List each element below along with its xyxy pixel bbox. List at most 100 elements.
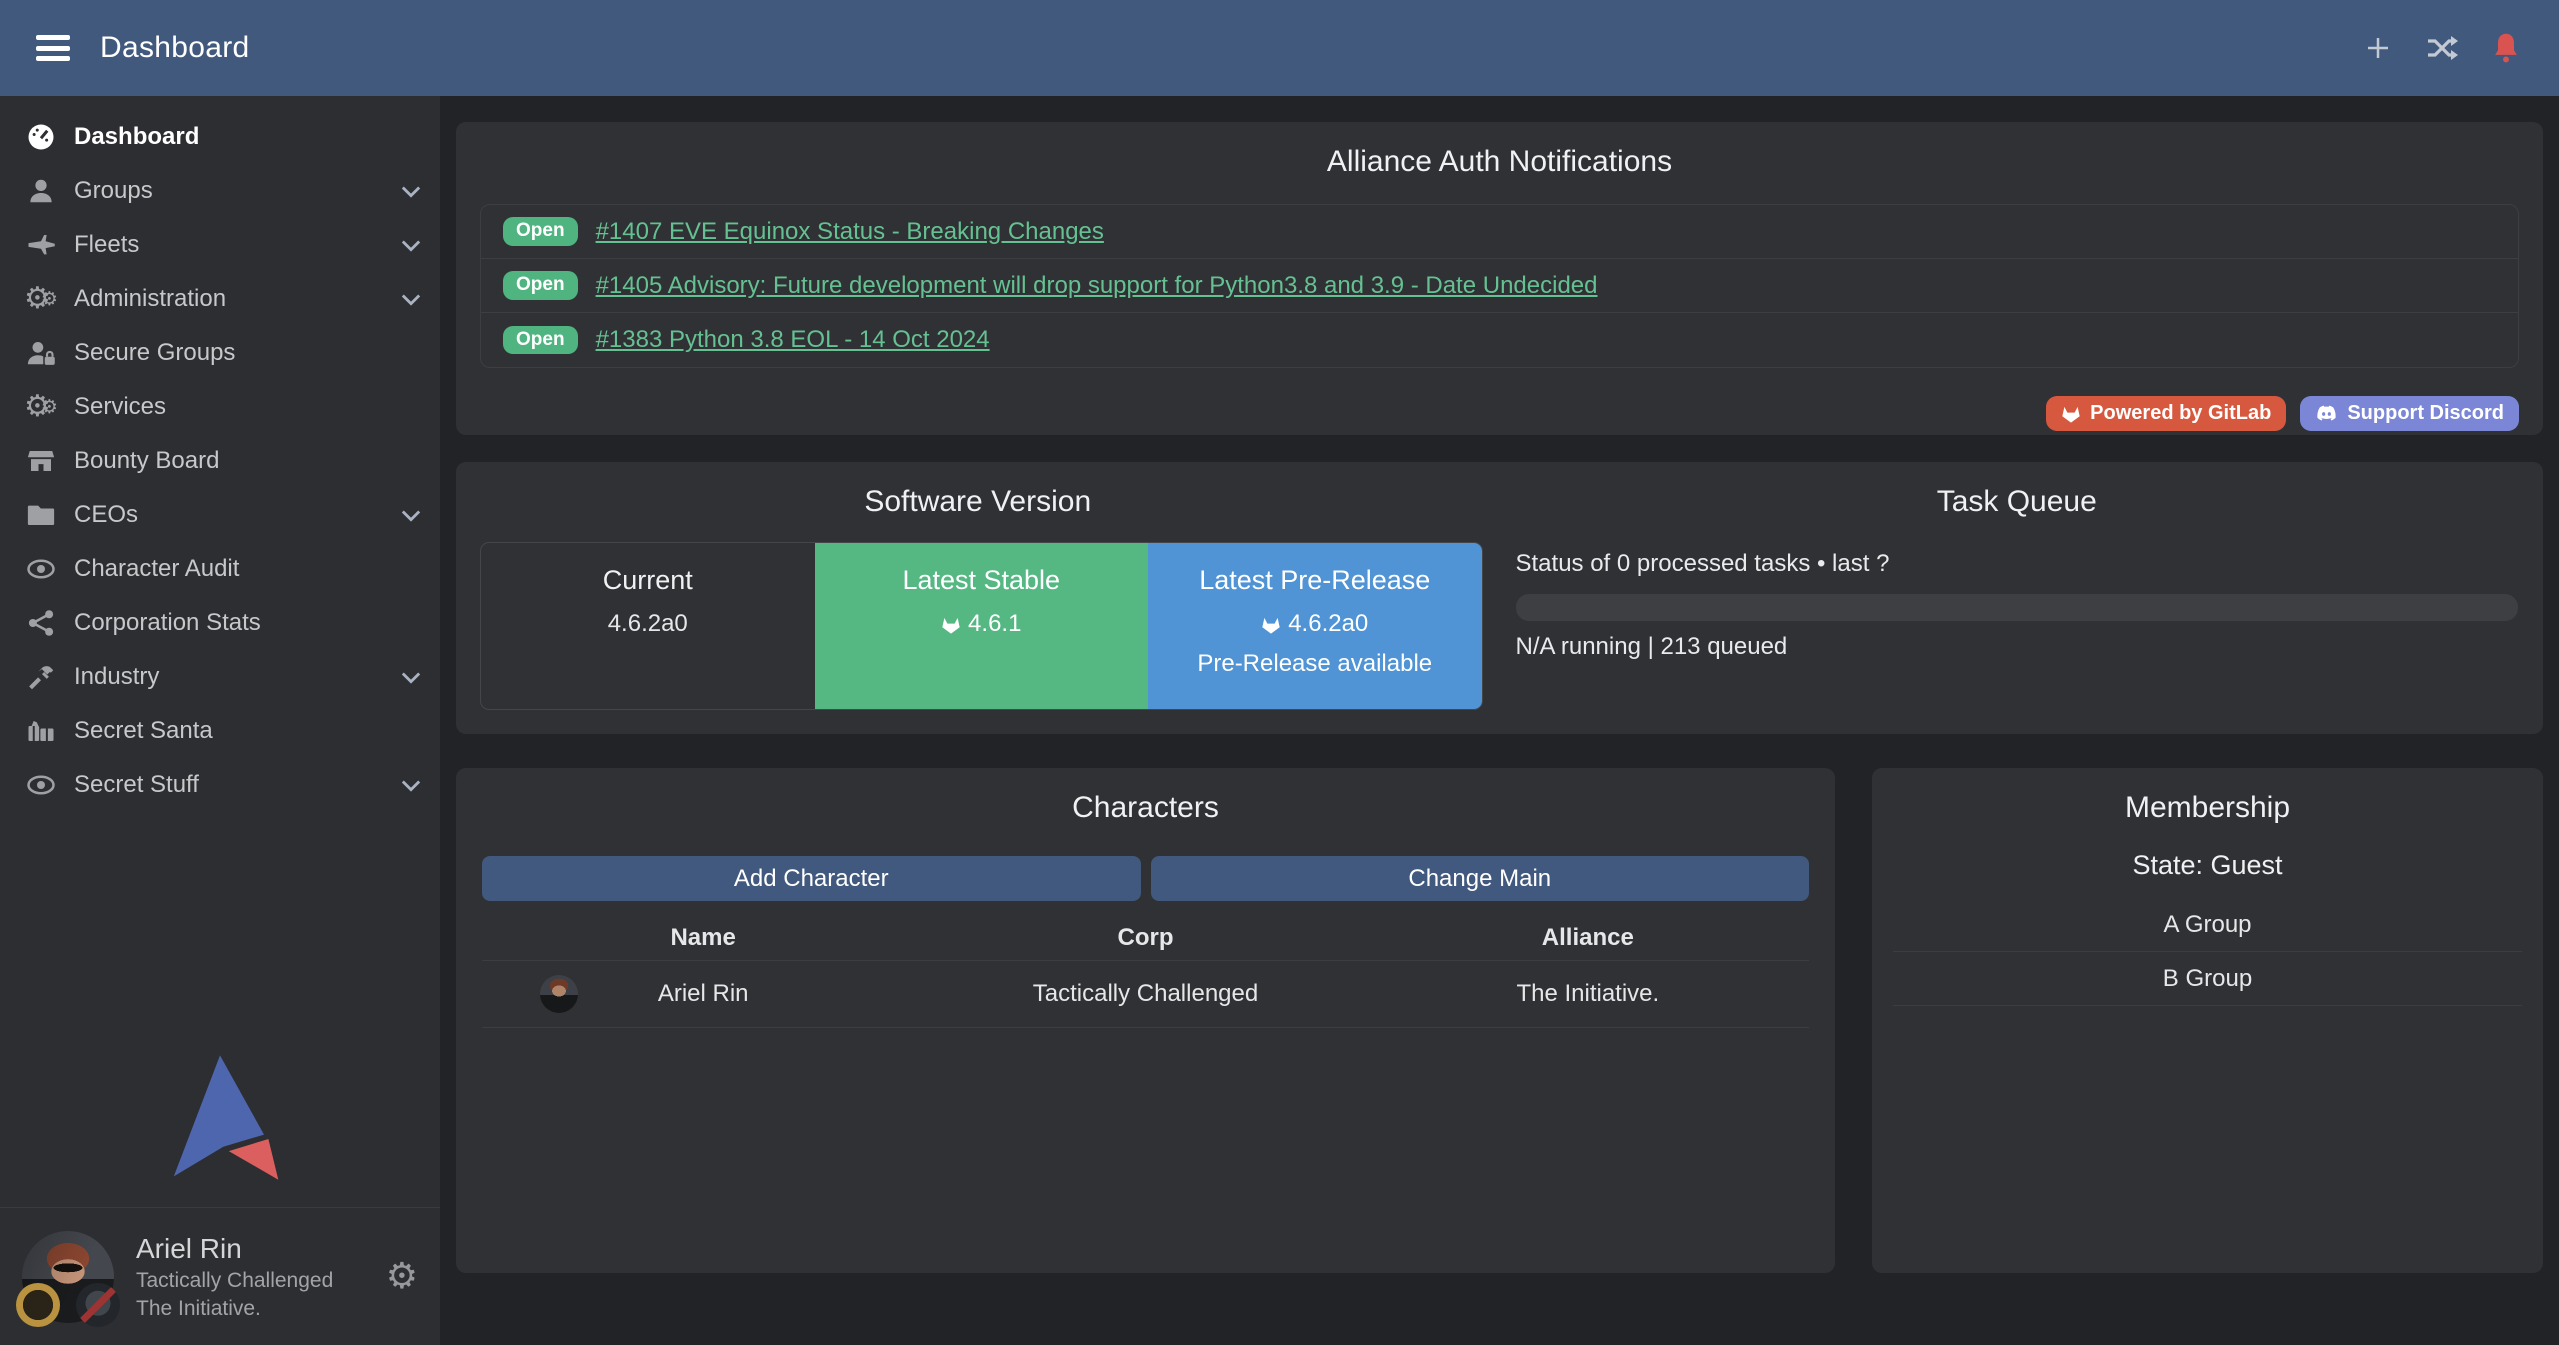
alliance-auth-logo (0, 1051, 440, 1207)
sidebar-item-industry[interactable]: Industry (0, 650, 440, 704)
notifications-list: Open #1407 EVE Equinox Status - Breaking… (480, 204, 2519, 368)
sidebar-item-label: Dashboard (74, 123, 199, 151)
jet-icon (24, 228, 58, 262)
hammer-icon (24, 660, 58, 694)
task-queue-progressbar (1516, 594, 2519, 621)
sidebar-item-label: Secret Stuff (74, 771, 199, 799)
user-lock-icon (24, 336, 58, 370)
sidebar-item-ceos[interactable]: CEOs (0, 488, 440, 542)
notification-link[interactable]: #1405 Advisory: Future development will … (596, 272, 1598, 300)
gitlab-icon (1261, 615, 1281, 634)
cell-name: Ariel Rin (482, 980, 924, 1008)
sidebar-item-label: Fleets (74, 231, 139, 259)
add-character-icon[interactable] (2361, 31, 2395, 65)
status-panel: Software Version Current 4.6.2a0 Latest … (456, 462, 2543, 734)
sidebar-item-label: Secure Groups (74, 339, 235, 367)
cell-corp: Tactically Challenged (924, 980, 1366, 1008)
version-number: 4.6.2a0 (608, 610, 688, 638)
user-panel[interactable]: Ariel Rin Tactically Challenged The Init… (0, 1207, 440, 1345)
sidebar-item-fleets[interactable]: Fleets (0, 218, 440, 272)
sidebar: Dashboard Groups Fleets (0, 96, 440, 1345)
change-main-shuffle-icon[interactable] (2425, 31, 2459, 65)
sidebar-item-services[interactable]: ⚙⚙ Services (0, 380, 440, 434)
powered-by-gitlab-label: Powered by GitLab (2090, 402, 2271, 425)
characters-panel: Characters Add Character Change Main Nam… (456, 768, 1835, 1273)
sidebar-item-secure-groups[interactable]: Secure Groups (0, 326, 440, 380)
version-column-prerelease: Latest Pre-Release 4.6.2a0 Pre-Release a… (1148, 543, 1482, 709)
version-number: 4.6.1 (941, 610, 1021, 638)
membership-state: State: Guest (1893, 846, 2522, 884)
character-avatar (540, 975, 578, 1013)
software-version-card: Current 4.6.2a0 Latest Stable 4.6.1 Late… (480, 542, 1483, 710)
characters-actions: Add Character Change Main (482, 856, 1809, 901)
version-column-label: Current (603, 565, 693, 596)
characters-title: Characters (482, 768, 1809, 830)
status-badge: Open (503, 326, 578, 355)
sidebar-item-administration[interactable]: ⚙⚙ Administration (0, 272, 440, 326)
notifications-panel: Alliance Auth Notifications Open #1407 E… (456, 122, 2543, 435)
gitlab-icon (2061, 404, 2081, 423)
version-number: 4.6.2a0 (1261, 610, 1368, 638)
eye-icon (24, 768, 58, 802)
hamburger-menu-icon[interactable] (36, 35, 70, 61)
sidebar-item-label: CEOs (74, 501, 138, 529)
chevron-down-icon (400, 508, 422, 522)
share-nodes-icon (24, 606, 58, 640)
sidebar-item-label: Services (74, 393, 166, 421)
column-header-alliance: Alliance (1367, 924, 1809, 952)
notification-link[interactable]: #1383 Python 3.8 EOL - 14 Oct 2024 (596, 326, 990, 354)
chevron-down-icon (400, 670, 422, 684)
software-version-section: Software Version Current 4.6.2a0 Latest … (456, 462, 1500, 734)
sidebar-nav: Dashboard Groups Fleets (0, 96, 440, 812)
sidebar-item-secret-stuff[interactable]: Secret Stuff (0, 758, 440, 812)
software-version-title: Software Version (456, 462, 1500, 524)
sidebar-item-label: Character Audit (74, 555, 239, 583)
chevron-down-icon (400, 184, 422, 198)
add-character-button[interactable]: Add Character (482, 856, 1141, 901)
gears-icon: ⚙⚙ (24, 282, 58, 316)
sidebar-item-label: Bounty Board (74, 447, 219, 475)
version-column-label: Latest Stable (902, 565, 1060, 596)
task-queue-info: N/A running | 213 queued (1516, 633, 2519, 661)
sidebar-item-label: Secret Santa (74, 717, 213, 745)
user-name: Ariel Rin (136, 1233, 333, 1265)
support-discord-button[interactable]: Support Discord (2300, 396, 2519, 431)
chevron-down-icon (400, 238, 422, 252)
membership-group-list: A Group B Group (1893, 898, 2522, 1006)
sidebar-item-groups[interactable]: Groups (0, 164, 440, 218)
table-row: Ariel Rin Tactically Challenged The Init… (482, 961, 1809, 1028)
folder-icon (24, 498, 58, 532)
cell-alliance: The Initiative. (1367, 980, 1809, 1008)
column-header-corp: Corp (924, 924, 1366, 952)
status-badge: Open (503, 217, 578, 246)
user-alliance: The Initiative. (136, 1297, 333, 1321)
notification-link[interactable]: #1407 EVE Equinox Status - Breaking Chan… (596, 218, 1104, 246)
eye-icon (24, 552, 58, 586)
sidebar-item-dashboard[interactable]: Dashboard (0, 110, 440, 164)
notifications-bell-icon[interactable] (2489, 31, 2523, 65)
notifications-footer: Powered by GitLab Support Discord (480, 396, 2519, 431)
membership-panel: Membership State: Guest A Group B Group (1872, 768, 2543, 1273)
sidebar-item-secret-santa[interactable]: Secret Santa (0, 704, 440, 758)
alliance-logo-badge (76, 1283, 120, 1327)
sidebar-item-character-audit[interactable]: Character Audit (0, 542, 440, 596)
change-main-button[interactable]: Change Main (1151, 856, 1810, 901)
gifts-icon (24, 714, 58, 748)
task-queue-title: Task Queue (1516, 462, 2519, 524)
table-header-row: Name Corp Alliance (482, 915, 1809, 961)
group-list-item: A Group (1893, 898, 2522, 952)
task-queue-section: Task Queue Status of 0 processed tasks •… (1500, 462, 2544, 734)
gitlab-icon (941, 615, 961, 634)
sidebar-item-corporation-stats[interactable]: Corporation Stats (0, 596, 440, 650)
status-badge: Open (503, 271, 578, 300)
sidebar-item-bounty-board[interactable]: Bounty Board (0, 434, 440, 488)
column-header-name: Name (482, 924, 924, 952)
top-navbar: Dashboard (0, 0, 2559, 96)
sidebar-item-label: Corporation Stats (74, 609, 261, 637)
prerelease-note: Pre-Release available (1197, 650, 1432, 678)
version-column-current: Current 4.6.2a0 (481, 543, 815, 709)
support-discord-label: Support Discord (2347, 402, 2504, 425)
settings-gear-icon[interactable]: ⚙ (386, 1259, 418, 1295)
powered-by-gitlab-button[interactable]: Powered by GitLab (2046, 396, 2286, 431)
page-title: Dashboard (100, 31, 249, 65)
